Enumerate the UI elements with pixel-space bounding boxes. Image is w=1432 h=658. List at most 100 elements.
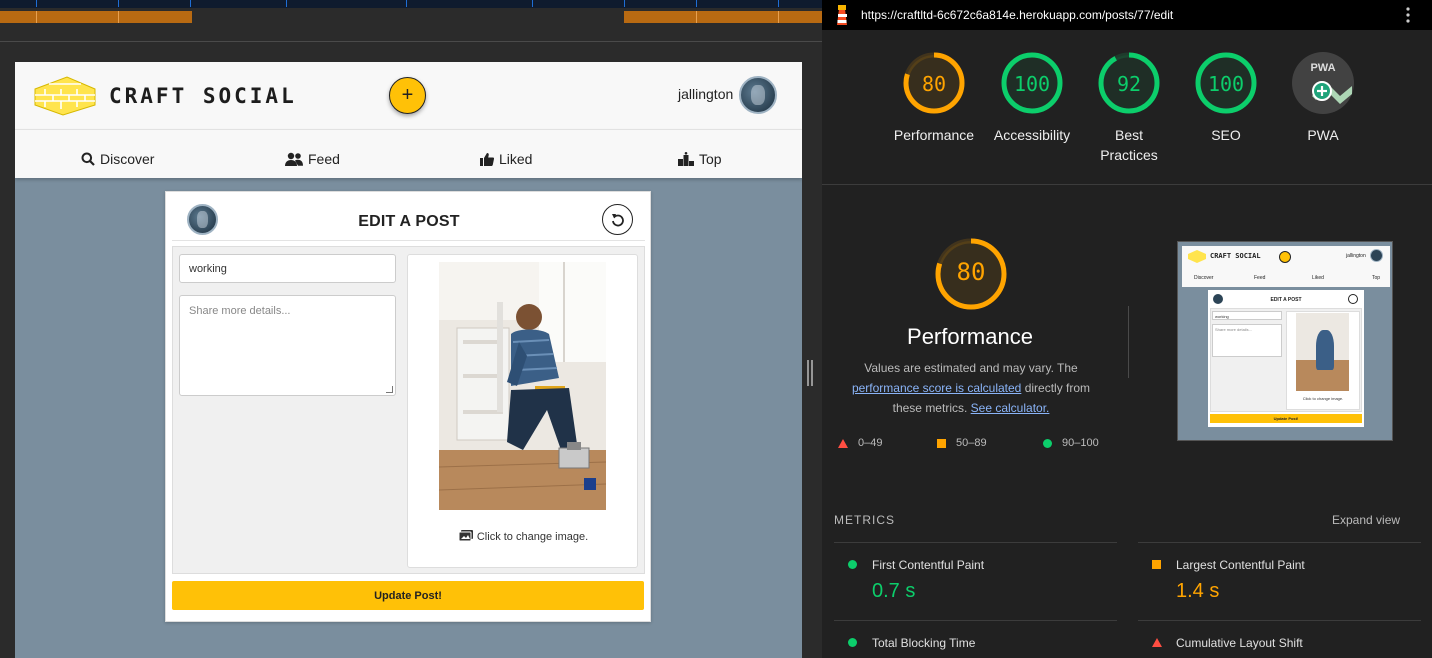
gauge-seo[interactable]: 100: [1195, 52, 1257, 114]
edit-post-card: EDIT A POST working Share more details..…: [165, 191, 651, 622]
divider: [1138, 542, 1421, 543]
images-icon: [458, 530, 473, 542]
title-field[interactable]: working: [179, 254, 396, 283]
gauge-best-practices[interactable]: 92: [1098, 52, 1160, 114]
thumb-update-button: Update Post!: [1210, 414, 1362, 423]
username[interactable]: jallington: [678, 86, 733, 102]
gauge-label: Best Practices: [1100, 127, 1158, 163]
metric-label: Total Blocking Time: [872, 636, 976, 650]
divider: [834, 542, 1117, 543]
brick-logo-icon[interactable]: [31, 75, 99, 117]
nav-item-discover[interactable]: Discover: [81, 151, 154, 167]
gauge-performance[interactable]: 80: [903, 52, 965, 114]
performance-title: Performance: [907, 324, 1033, 349]
legend-average: 50–89: [937, 437, 987, 449]
score-value: 100: [1013, 72, 1051, 96]
thumb-nav-item: Discover: [1194, 275, 1214, 281]
panel-resize-handle[interactable]: [806, 360, 814, 386]
thumb-nav-item: Feed: [1254, 275, 1266, 281]
legend-range: 0–49: [858, 437, 883, 449]
thumb-change-image: Click to change image.: [1302, 396, 1344, 401]
thumb-username: jallington: [1346, 253, 1366, 259]
update-post-button[interactable]: Update Post!: [172, 581, 644, 610]
details-field[interactable]: Share more details...: [179, 295, 396, 396]
add-post-button[interactable]: +: [389, 77, 426, 114]
divider: [1128, 306, 1129, 378]
change-image-label: Click to change image.: [476, 531, 589, 543]
circle-icon: [1043, 438, 1052, 448]
gauge-accessibility[interactable]: 100: [1001, 52, 1063, 114]
description-text: Values are estimated and may vary. The: [864, 361, 1078, 375]
revert-button[interactable]: [602, 204, 633, 235]
score-calculated-link[interactable]: performance score is calculated: [852, 381, 1021, 395]
gauge-label: Performance: [893, 127, 975, 143]
podium-icon: [678, 152, 694, 166]
thumb-details-field: Share more details...: [1212, 324, 1282, 357]
metric-value: 0.7 s: [872, 580, 916, 602]
see-calculator-link[interactable]: See calculator.: [971, 401, 1050, 415]
score-value: 92: [1116, 72, 1142, 96]
performance-description: Values are estimated and may vary. The p…: [840, 358, 1102, 418]
legend-range: 50–89: [956, 437, 987, 449]
gauge-label: PWA: [1307, 127, 1339, 143]
search-icon: [81, 152, 95, 166]
nav-item-top[interactable]: Top: [678, 151, 722, 167]
image-upload[interactable]: Click to change image.: [407, 254, 638, 568]
metric-label: First Contentful Paint: [872, 558, 985, 572]
metrics-heading: METRICS: [834, 513, 895, 527]
nav-item-feed[interactable]: Feed: [285, 151, 340, 167]
gauge-pwa[interactable]: PWA: [1292, 52, 1354, 114]
lighthouse-report: https://craftltd-6c672c6a814e.herokuapp.…: [822, 0, 1432, 658]
main-nav: Discover Feed Liked Top: [15, 129, 802, 178]
divider: [0, 41, 822, 42]
score-value: 80: [921, 72, 947, 96]
page-preview-pane: CRAFT SOCIAL + jallington Discover Feed …: [0, 0, 822, 658]
website-viewport: CRAFT SOCIAL + jallington Discover Feed …: [15, 62, 802, 658]
expand-view-toggle[interactable]: Expand view: [1332, 513, 1400, 527]
site-logo-text[interactable]: CRAFT SOCIAL: [109, 84, 297, 108]
legend-range: 90–100: [1062, 437, 1099, 449]
final-screenshot-thumbnail[interactable]: CRAFT SOCIAL jallington Discover Feed Li…: [1177, 241, 1393, 441]
post-form: working Share more details... Click to c…: [172, 246, 645, 574]
nav-label: Top: [699, 151, 722, 167]
nav-label: Feed: [308, 151, 340, 167]
thumb-nav-item: Top: [1372, 275, 1381, 281]
brick-logo-icon: [1188, 250, 1206, 263]
lighthouse-icon: [837, 5, 847, 25]
thumb-title: EDIT A POST: [1270, 297, 1302, 303]
nav-item-liked[interactable]: Liked: [480, 151, 532, 167]
site-header: CRAFT SOCIAL + jallington: [15, 62, 802, 129]
nav-label: Liked: [499, 151, 533, 167]
divider: [1138, 620, 1421, 621]
thumbs-up-icon: [480, 153, 494, 166]
report-url-bar: https://craftltd-6c672c6a814e.herokuapp.…: [822, 0, 1432, 30]
timeline-segment: [624, 11, 822, 23]
metric-status-average-icon: [1152, 560, 1161, 569]
nav-label: Discover: [100, 151, 155, 167]
page-title: EDIT A POST: [358, 213, 460, 230]
gauge-label: Accessibility: [993, 127, 1071, 143]
legend-pass: 90–100: [1043, 437, 1099, 449]
avatar[interactable]: [739, 76, 777, 114]
timeline-track: [0, 0, 822, 8]
report-url[interactable]: https://craftltd-6c672c6a814e.herokuapp.…: [861, 8, 1173, 22]
pwa-badge-text: PWA: [1310, 62, 1336, 74]
metric-label: Cumulative Layout Shift: [1176, 636, 1303, 650]
metric-status-pass-icon: [848, 638, 857, 647]
timeline-segment: [0, 11, 192, 23]
change-image-link[interactable]: Click to change image.: [408, 530, 639, 543]
triangle-icon: [838, 438, 848, 448]
thumb-nav-item: Liked: [1312, 275, 1324, 281]
kebab-menu-icon[interactable]: [1405, 7, 1411, 23]
performance-score: 80: [956, 258, 986, 286]
post-image: [439, 262, 606, 510]
legend-fail: 0–49: [838, 437, 882, 449]
thumb-title-field: working: [1212, 311, 1282, 320]
thumb-logo-text: CRAFT SOCIAL: [1210, 252, 1261, 260]
divider: [834, 620, 1117, 621]
gauge-label: SEO: [1211, 127, 1241, 143]
divider: [822, 184, 1432, 185]
metric-status-fail-icon: [1152, 638, 1162, 647]
plus-icon: +: [401, 84, 414, 106]
metric-label: Largest Contentful Paint: [1176, 558, 1305, 572]
